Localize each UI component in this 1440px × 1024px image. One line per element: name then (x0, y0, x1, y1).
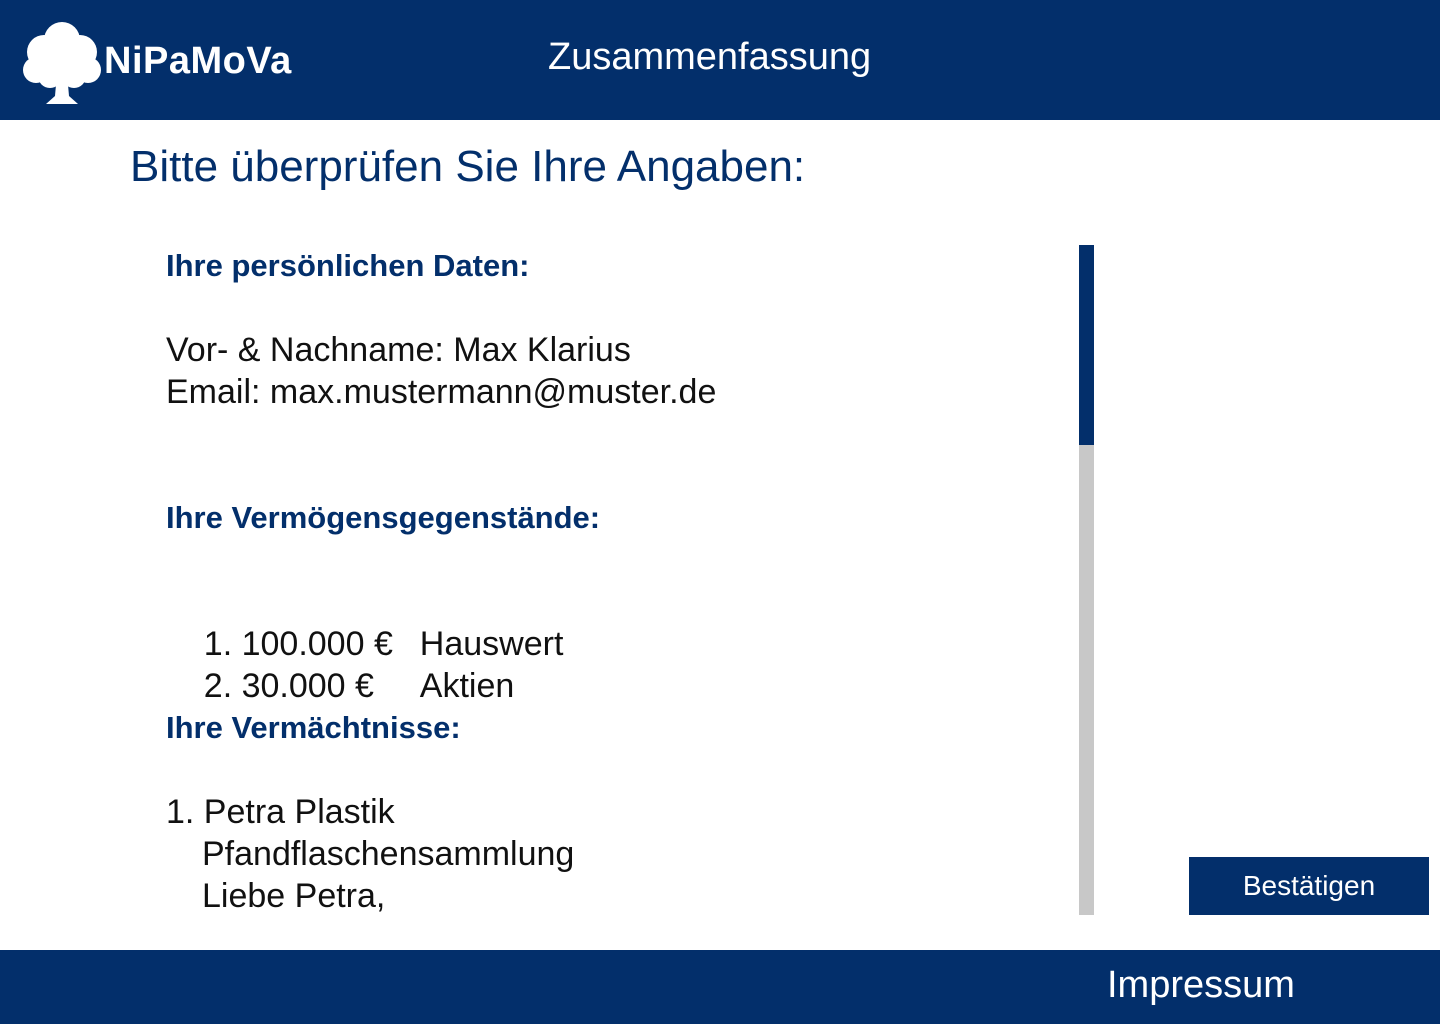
asset-item: 1. 100.000 € Hauswert (166, 581, 1066, 663)
scrollbar[interactable] (1079, 245, 1094, 915)
asset-label: Hauswert (419, 625, 564, 663)
app-logo[interactable]: NiPaMoVa (22, 16, 322, 108)
assets-title: Ihre Vermögensgegenstände: (166, 500, 601, 535)
asset-amount: 2. 30.000 € (203, 667, 374, 705)
email-line: Email: max.mustermann@muster.de (166, 373, 717, 411)
personal-data-title: Ihre persönlichen Daten: (166, 248, 530, 283)
asset-label: Aktien (419, 667, 515, 705)
summary-content: Ihre persönlichen Daten: Vor- & Nachname… (166, 245, 1066, 915)
header-title: Zusammenfassung (548, 36, 872, 78)
name-line: Vor- & Nachname: Max Klarius (166, 331, 631, 369)
scrollbar-thumb[interactable] (1079, 245, 1094, 445)
app-header: NiPaMoVa Zusammenfassung (0, 0, 1440, 120)
app-footer: Impressum (0, 950, 1440, 1024)
legacy-message: Liebe Petra, (202, 877, 386, 915)
impressum-link[interactable]: Impressum (1107, 964, 1295, 1007)
asset-amount: 1. 100.000 € (203, 625, 393, 663)
confirm-button[interactable]: Bestätigen (1189, 857, 1429, 915)
page-heading: Bitte überprüfen Sie Ihre Angaben: (130, 142, 806, 191)
legacy-item: Pfandflaschensammlung (202, 835, 575, 873)
logo-text: NiPaMoVa (104, 40, 292, 82)
legacies-title: Ihre Vermächtnisse: (166, 710, 461, 745)
legacy-recipient: 1. Petra Plastik (166, 793, 395, 831)
tree-icon (23, 22, 101, 104)
